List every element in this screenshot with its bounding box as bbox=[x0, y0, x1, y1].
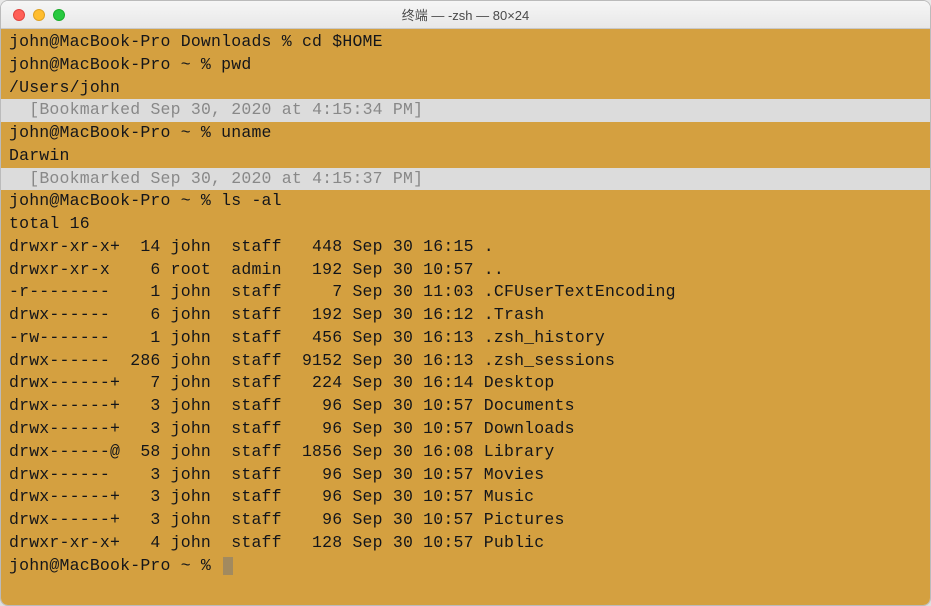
terminal-line: /Users/john bbox=[1, 77, 930, 100]
terminal-line: john@MacBook-Pro ~ % pwd bbox=[1, 54, 930, 77]
terminal-line: drwxr-xr-x+ 4 john staff 128 Sep 30 10:5… bbox=[1, 532, 930, 555]
terminal-line: drwx------+ 3 john staff 96 Sep 30 10:57… bbox=[1, 509, 930, 532]
window-title: 终端 — -zsh — 80×24 bbox=[1, 5, 930, 24]
terminal-line: john@MacBook-Pro Downloads % cd $HOME bbox=[1, 31, 930, 54]
titlebar: 终端 — -zsh — 80×24 bbox=[1, 1, 930, 29]
cursor bbox=[223, 557, 233, 575]
minimize-button[interactable] bbox=[33, 9, 45, 21]
terminal-line: drwxr-xr-x 6 root admin 192 Sep 30 10:57… bbox=[1, 259, 930, 282]
terminal-line: -r-------- 1 john staff 7 Sep 30 11:03 .… bbox=[1, 281, 930, 304]
terminal-line: john@MacBook-Pro ~ % ls -al bbox=[1, 190, 930, 213]
terminal-line: drwx------ 6 john staff 192 Sep 30 16:12… bbox=[1, 304, 930, 327]
terminal-line: drwxr-xr-x+ 14 john staff 448 Sep 30 16:… bbox=[1, 236, 930, 259]
terminal-window: 终端 — -zsh — 80×24 john@MacBook-Pro Downl… bbox=[0, 0, 931, 606]
terminal-line: drwx------+ 7 john staff 224 Sep 30 16:1… bbox=[1, 372, 930, 395]
terminal-line: drwx------+ 3 john staff 96 Sep 30 10:57… bbox=[1, 486, 930, 509]
terminal-line: drwx------ 3 john staff 96 Sep 30 10:57 … bbox=[1, 464, 930, 487]
maximize-button[interactable] bbox=[53, 9, 65, 21]
terminal-line: drwx------+ 3 john staff 96 Sep 30 10:57… bbox=[1, 395, 930, 418]
terminal-line: drwx------+ 3 john staff 96 Sep 30 10:57… bbox=[1, 418, 930, 441]
terminal-line: total 16 bbox=[1, 213, 930, 236]
prompt-text: john@MacBook-Pro ~ % bbox=[9, 556, 221, 575]
terminal-line: john@MacBook-Pro ~ % uname bbox=[1, 122, 930, 145]
terminal-line: drwx------@ 58 john staff 1856 Sep 30 16… bbox=[1, 441, 930, 464]
bookmark-line: [Bookmarked Sep 30, 2020 at 4:15:37 PM] bbox=[1, 168, 930, 191]
terminal-line: Darwin bbox=[1, 145, 930, 168]
terminal-line: -rw------- 1 john staff 456 Sep 30 16:13… bbox=[1, 327, 930, 350]
close-button[interactable] bbox=[13, 9, 25, 21]
traffic-lights bbox=[1, 9, 65, 21]
bookmark-line: [Bookmarked Sep 30, 2020 at 4:15:34 PM] bbox=[1, 99, 930, 122]
terminal-body[interactable]: john@MacBook-Pro Downloads % cd $HOMEjoh… bbox=[1, 29, 930, 605]
terminal-line: drwx------ 286 john staff 9152 Sep 30 16… bbox=[1, 350, 930, 373]
prompt-line[interactable]: john@MacBook-Pro ~ % bbox=[1, 555, 930, 578]
